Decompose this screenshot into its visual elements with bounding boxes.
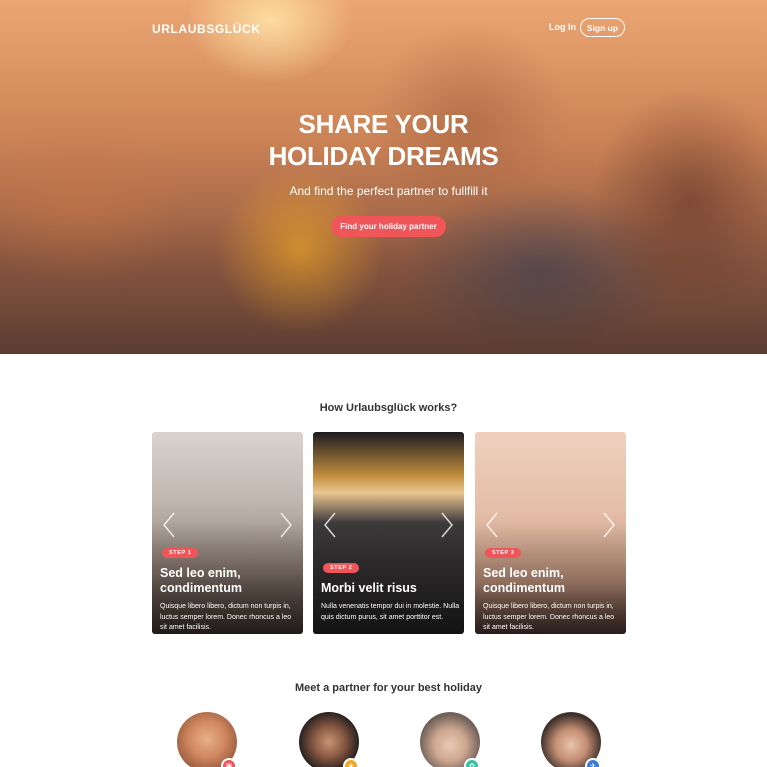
partners-title: Meet a partner for your best holiday <box>294 682 483 694</box>
card-text: Quisque libero libero, dictum non turpis… <box>160 603 292 631</box>
login-link[interactable]: Log In <box>549 22 576 32</box>
card-title: Morbi velit risus <box>321 581 417 595</box>
chevron-left-icon[interactable] <box>162 512 176 538</box>
plane-icon: ✈ <box>585 758 601 767</box>
chevron-left-icon[interactable] <box>485 512 499 538</box>
partner-avatar[interactable]: ▣ <box>177 712 237 767</box>
hero-title-line-1: SHARE YOUR <box>298 109 469 139</box>
step-card-3[interactable]: STEP 3 Sed leo enim, condimentum Quisque… <box>475 432 626 634</box>
find-partner-button[interactable]: Find your holiday partner <box>331 216 446 237</box>
step-card-1[interactable]: STEP 1 Sed leo enim, condimentum Quisque… <box>152 432 303 634</box>
logo[interactable]: URLAUBSGLÜCK <box>152 22 261 36</box>
step-badge: STEP 3 <box>485 548 522 558</box>
card-text: Nulla venenatis tempor dui in molestie. … <box>321 603 460 621</box>
step-badge: STEP 2 <box>323 563 360 573</box>
hero-subtitle: And find the perfect partner to fullfill… <box>289 184 488 198</box>
partner-avatar[interactable]: ✈ <box>541 712 601 767</box>
step-card-2[interactable]: STEP 2 Morbi velit risus Nulla venenatis… <box>313 432 464 634</box>
card-title: Sed leo enim, condimentum <box>160 566 242 595</box>
card-title: Sed leo enim, condimentum <box>483 566 565 595</box>
chevron-left-icon[interactable] <box>323 512 337 538</box>
chevron-right-icon[interactable] <box>279 512 293 538</box>
bag-icon: ▣ <box>221 758 237 767</box>
partner-avatar[interactable]: ★ <box>299 712 359 767</box>
chevron-right-icon[interactable] <box>602 512 616 538</box>
hero-background-photo <box>0 0 767 354</box>
hero-title: SHARE YOUR HOLIDAY DREAMS <box>0 108 767 172</box>
leaf-icon: ✿ <box>464 758 480 767</box>
signup-button[interactable]: Sign up <box>580 18 625 37</box>
partner-avatar[interactable]: ✿ <box>420 712 480 767</box>
hero-section: URLAUBSGLÜCK Log In Sign up SHARE YOUR H… <box>0 0 767 354</box>
step-badge: STEP 1 <box>162 548 199 558</box>
chevron-right-icon[interactable] <box>440 512 454 538</box>
star-icon: ★ <box>343 758 359 767</box>
card-text: Quisque libero libero, dictum non turpis… <box>483 603 615 631</box>
how-it-works-title: How Urlaubsglück works? <box>319 402 458 414</box>
hero-title-line-2: HOLIDAY DREAMS <box>268 141 499 171</box>
